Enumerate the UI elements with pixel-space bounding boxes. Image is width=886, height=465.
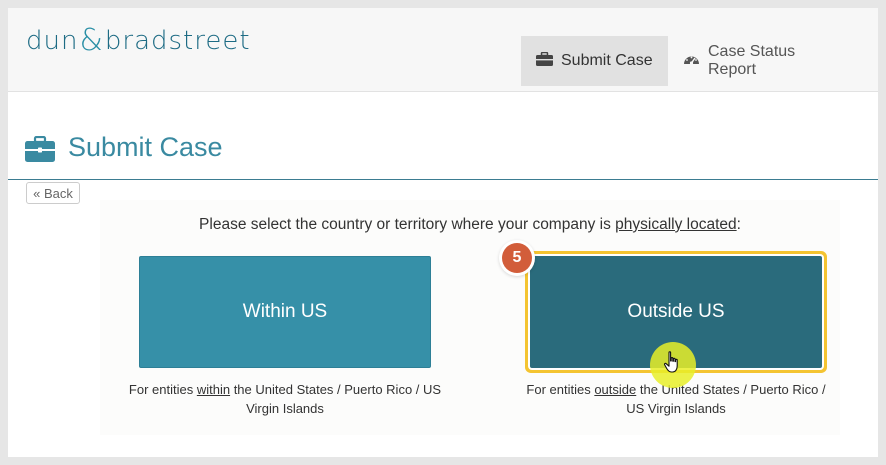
nav-tab-label: Case Status Report	[708, 43, 796, 78]
within-us-label: Within US	[242, 301, 328, 322]
desc-text: the United States / Puerto Rico / US Vir…	[626, 382, 826, 416]
site-header: dun&bradstreet Submit Case Case Status R…	[8, 8, 878, 92]
logo-ampersand: &	[79, 23, 104, 58]
briefcase-icon	[25, 135, 55, 167]
prompt-text: Please select the country or territory w…	[199, 216, 616, 233]
hand-pointer-cursor-icon	[663, 351, 683, 380]
app-window: dun&bradstreet Submit Case Case Status R…	[8, 8, 878, 457]
step-number-badge: 5	[502, 243, 532, 273]
briefcase-icon	[536, 51, 553, 71]
logo-text-dun: dun	[26, 26, 79, 56]
prompt-emphasis: physically located	[615, 216, 737, 233]
dashboard-gauge-icon	[683, 52, 700, 71]
desc-text: For entities	[128, 382, 197, 397]
logo-text-bradstreet: bradstreet	[104, 26, 251, 56]
location-prompt: Please select the country or territory w…	[100, 216, 840, 234]
within-us-description: For entities within the United States / …	[125, 380, 445, 418]
nav-tab-case-status-report[interactable]: Case Status Report	[668, 36, 858, 86]
dnb-logo[interactable]: dun&bradstreet	[26, 22, 251, 58]
prompt-suffix: :	[736, 216, 741, 233]
nav-tab-submit-case[interactable]: Submit Case	[521, 36, 668, 86]
desc-emphasis: within	[196, 382, 231, 397]
location-selection-panel: Please select the country or territory w…	[100, 200, 840, 435]
within-us-button[interactable]: Within US	[139, 256, 431, 368]
nav-tab-label: Submit Case	[561, 52, 653, 69]
page-title: Submit Case	[68, 132, 223, 162]
outside-us-label: Outside US	[627, 301, 725, 322]
desc-emphasis: outside	[594, 382, 637, 397]
page-title-bar: Submit Case	[8, 126, 878, 180]
desc-text: For entities	[526, 382, 595, 397]
back-button[interactable]: « Back	[26, 182, 80, 204]
desc-text: the United States / Puerto Rico / US Vir…	[230, 382, 442, 416]
